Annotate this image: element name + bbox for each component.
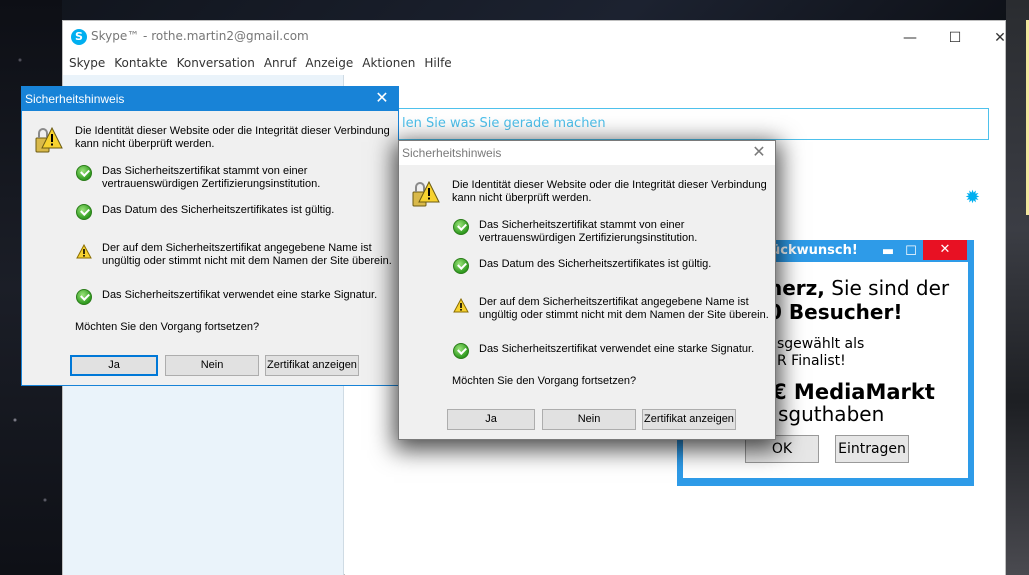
dialog-item-1-line-2: vertrauenswürdigen Zertifizierungsinstit… — [102, 178, 321, 190]
close-button[interactable]: ✕ — [977, 25, 1023, 51]
dialog-title: Sicherheitshinweis — [25, 92, 125, 106]
menu-kontakte[interactable]: Kontakte — [114, 53, 174, 75]
popup-maximize-button[interactable]: ☐ — [901, 241, 921, 263]
dialog-close-button[interactable]: ✕ — [747, 141, 771, 165]
dialog-item-1-line-1: Das Sicherheitszertifikat stammt von ein… — [479, 219, 685, 231]
dialog-item-3-line-1: Der auf dem Sicherheitszertifikat angege… — [479, 296, 749, 308]
no-button[interactable]: Nein — [165, 355, 259, 376]
yes-button[interactable]: Ja — [447, 409, 535, 430]
dialog-item-1-line-1: Das Sicherheitszertifikat stammt von ein… — [102, 165, 308, 177]
popup-close-button[interactable]: ✕ — [923, 240, 967, 260]
dialog-item-4-line-1: Das Sicherheitszertifikat verwendet eine… — [479, 343, 755, 355]
skype-logo-icon: S — [71, 29, 87, 45]
view-certificate-button[interactable]: Zertifikat anzeigen — [265, 355, 359, 376]
menu-bar: Skype Kontakte Konversation Anruf Anzeig… — [63, 53, 1005, 75]
congrats-popup-title: ückwunsch! — [771, 243, 858, 258]
minimize-button[interactable]: — — [887, 25, 933, 51]
popup-minimize-button[interactable]: ▬ — [878, 241, 898, 263]
yes-button[interactable]: Ja — [70, 355, 158, 376]
congrats-line-1: herz, Sie sind der — [768, 276, 949, 300]
dialog-intro: Die Identität dieser Website oder die In… — [452, 179, 767, 205]
maximize-button[interactable]: ☐ — [932, 25, 978, 51]
congrats-line-5: € MediaMarkt — [772, 380, 935, 404]
menu-hilfe[interactable]: Hilfe — [424, 53, 458, 75]
dialog-item-3-line-2: ungültig oder stimmt nicht mit dem Namen… — [102, 255, 392, 267]
dialog-item-1: Das Sicherheitszertifikat stammt von ein… — [102, 165, 320, 191]
congrats-line-6: sguthaben — [778, 402, 885, 426]
dialog-intro: Die Identität dieser Website oder die In… — [75, 125, 390, 151]
security-warning-icon — [35, 126, 63, 153]
congrats-line-1-bold: herz, — [768, 276, 825, 300]
dialog-item-4-line-1: Das Sicherheitszertifikat verwendet eine… — [102, 289, 378, 301]
warning-icon — [76, 244, 92, 259]
menu-anruf[interactable]: Anruf — [264, 53, 304, 75]
dialog-item-2-line-1: Das Datum des Sicherheitszertifikates is… — [102, 204, 335, 216]
congrats-line-1-rest: Sie sind der — [824, 276, 950, 300]
menu-aktionen[interactable]: Aktionen — [362, 53, 422, 75]
menu-anzeige[interactable]: Anzeige — [305, 53, 360, 75]
menu-skype[interactable]: Skype — [69, 53, 112, 75]
view-certificate-button[interactable]: Zertifikat anzeigen — [642, 409, 736, 430]
gear-icon[interactable]: ✹ — [965, 187, 980, 208]
check-ok-icon — [453, 219, 469, 235]
dialog-item-3-line-1: Der auf dem Sicherheitszertifikat angege… — [102, 242, 372, 254]
dialog-item-2: Das Datum des Sicherheitszertifikates is… — [102, 204, 334, 217]
dialog-intro-line-1: Die Identität dieser Website oder die In… — [75, 125, 390, 137]
dialog-item-2-line-1: Das Datum des Sicherheitszertifikates is… — [479, 258, 712, 270]
dialog-item-2: Das Datum des Sicherheitszertifikates is… — [479, 258, 711, 271]
dialog-titlebar: Sicherheitshinweis ✕ — [22, 87, 398, 111]
dialog-title: Sicherheitshinweis — [402, 146, 502, 160]
check-ok-icon — [453, 258, 469, 274]
dialog-close-button[interactable]: ✕ — [370, 87, 394, 111]
dialog-question: Möchten Sie den Vorgang fortsetzen? — [452, 375, 637, 387]
popup-register-button[interactable]: Eintragen — [835, 435, 909, 463]
security-dialog-inactive: Sicherheitshinweis ✕ Die Identität diese… — [398, 140, 776, 440]
menu-konversation[interactable]: Konversation — [177, 53, 262, 75]
warning-icon — [453, 298, 469, 313]
dialog-item-4: Das Sicherheitszertifikat verwendet eine… — [102, 289, 377, 302]
dialog-intro-line-1: Die Identität dieser Website oder die In… — [452, 179, 767, 191]
dialog-titlebar: Sicherheitshinweis ✕ — [399, 141, 775, 165]
no-button[interactable]: Nein — [542, 409, 636, 430]
security-warning-icon — [412, 180, 440, 207]
congrats-line-4: R Finalist! — [777, 353, 846, 369]
dialog-item-1: Das Sicherheitszertifikat stammt von ein… — [479, 219, 697, 245]
dialog-item-4: Das Sicherheitszertifikat verwendet eine… — [479, 343, 754, 356]
mood-message-input[interactable]: len Sie was Sie gerade machen — [345, 108, 989, 140]
congrats-line-2: 0 Besucher! — [768, 300, 903, 324]
dialog-intro-line-2: kann nicht überprüft werden. — [452, 192, 592, 204]
skype-titlebar: S Skype™ - rothe.martin2@gmail.com — ☐ ✕ — [63, 21, 1006, 53]
dialog-question: Möchten Sie den Vorgang fortsetzen? — [75, 321, 260, 333]
check-ok-icon — [453, 343, 469, 359]
security-dialog-active: Sicherheitshinweis ✕ Die Identität diese… — [21, 86, 399, 386]
dialog-intro-line-2: kann nicht überprüft werden. — [75, 138, 215, 150]
dialog-item-3: Der auf dem Sicherheitszertifikat angege… — [102, 242, 392, 268]
window-title: Skype™ - rothe.martin2@gmail.com — [91, 29, 309, 43]
dialog-item-3: Der auf dem Sicherheitszertifikat angege… — [479, 296, 769, 322]
desktop-background-right — [1006, 0, 1029, 575]
check-ok-icon — [76, 204, 92, 220]
check-ok-icon — [76, 165, 92, 181]
congrats-line-3: sgewählt als — [777, 336, 865, 352]
dialog-item-1-line-2: vertrauenswürdigen Zertifizierungsinstit… — [479, 232, 698, 244]
dialog-item-3-line-2: ungültig oder stimmt nicht mit dem Namen… — [479, 309, 769, 321]
check-ok-icon — [76, 289, 92, 305]
